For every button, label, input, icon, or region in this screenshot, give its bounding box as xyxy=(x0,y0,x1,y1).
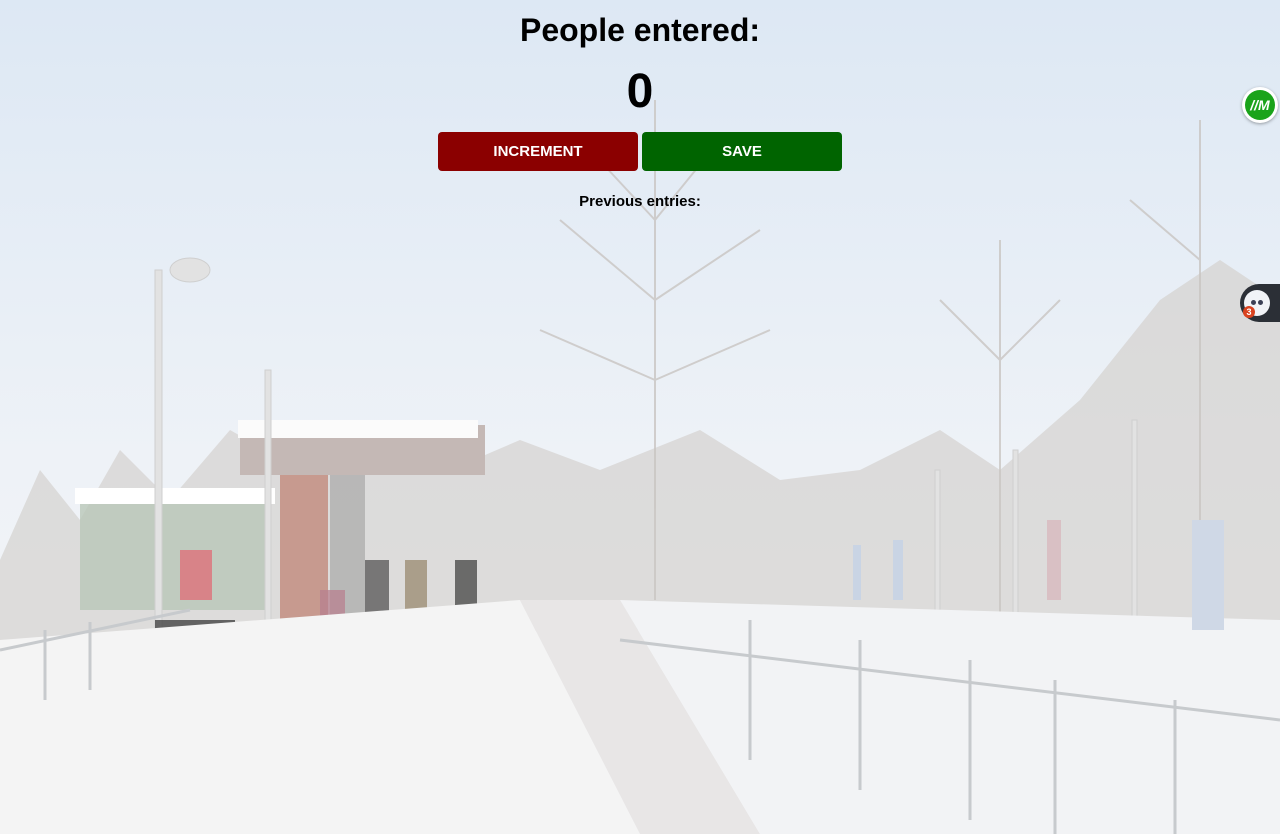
increment-button[interactable]: INCREMENT xyxy=(438,132,638,171)
previous-entries-label: Previous entries: xyxy=(579,193,701,210)
button-row: INCREMENT SAVE xyxy=(438,132,842,171)
im-extension-icon[interactable]: //M xyxy=(1242,87,1278,123)
extension-count-badge: 3 xyxy=(1243,306,1255,318)
im-extension-glyph: //M xyxy=(1245,90,1275,120)
page-title: People entered: xyxy=(519,12,761,48)
people-count: 0 xyxy=(626,65,654,118)
save-button[interactable]: SAVE xyxy=(642,132,842,171)
face-extension-icon[interactable]: 3 xyxy=(1240,284,1280,322)
counter-panel: People entered: 0 INCREMENT SAVE Previou… xyxy=(0,0,1280,210)
